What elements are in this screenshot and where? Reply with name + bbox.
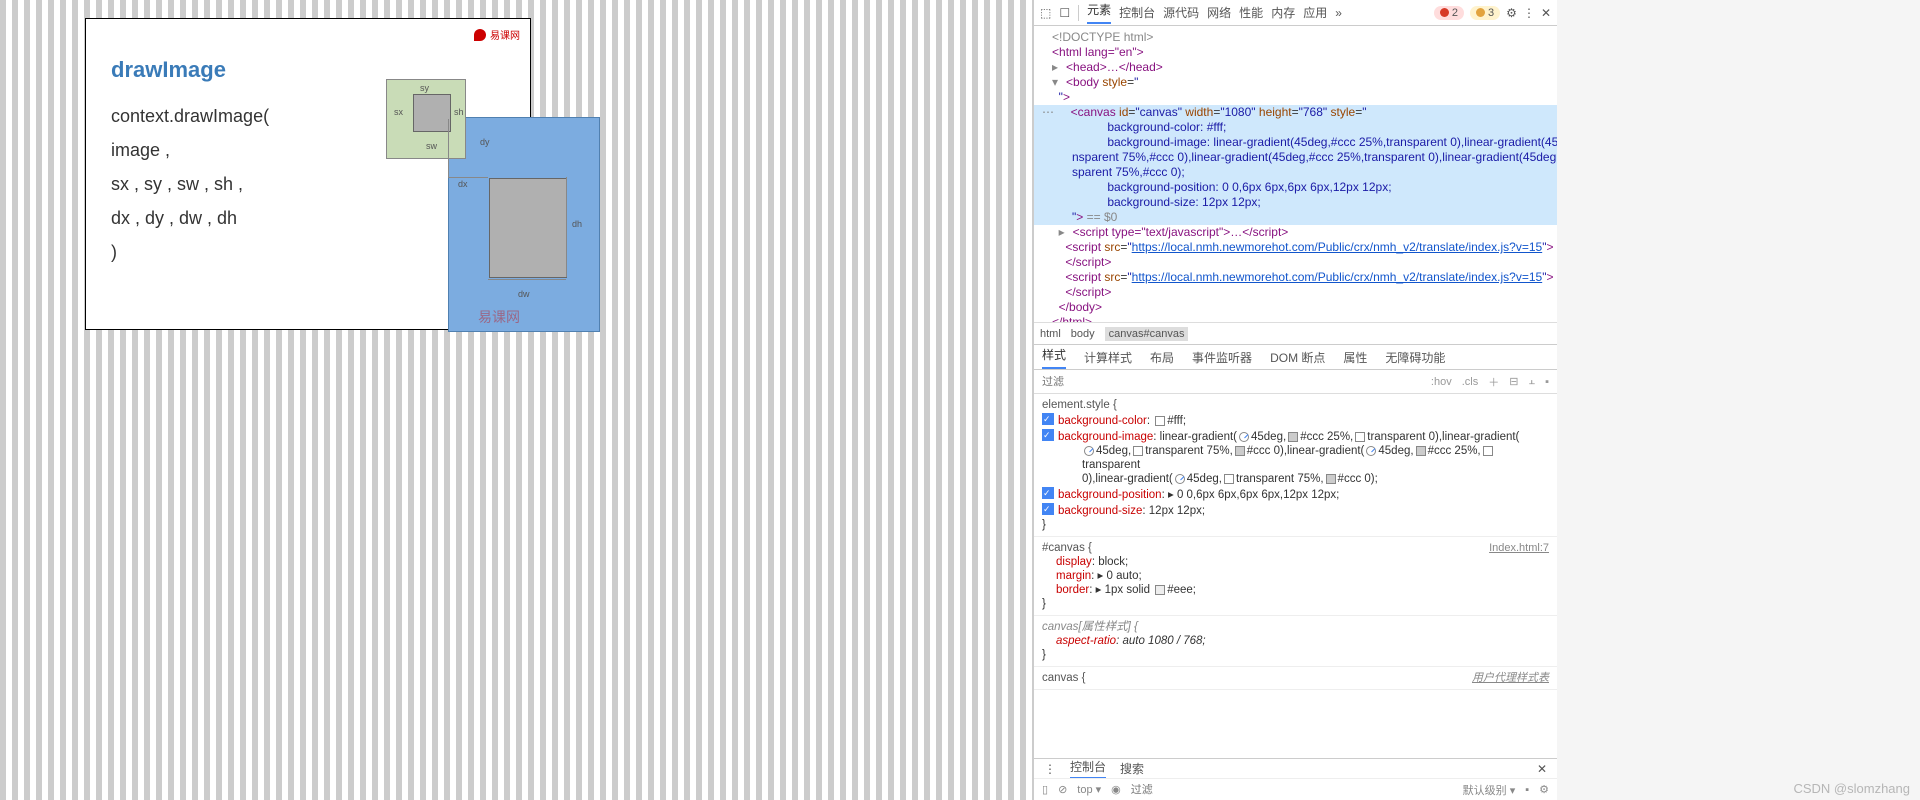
slide-title: drawImage bbox=[111, 57, 226, 83]
brand-logo: 易课网 bbox=[474, 27, 520, 42]
page-watermark: CSDN @slomzhang bbox=[1793, 781, 1910, 796]
tab-dom-breakpoints[interactable]: DOM 断点 bbox=[1270, 349, 1325, 366]
right-gutter bbox=[1557, 0, 1920, 800]
cls-button[interactable]: .cls bbox=[1462, 376, 1479, 388]
tab-layout[interactable]: 布局 bbox=[1150, 349, 1174, 366]
tab-properties[interactable]: 属性 bbox=[1343, 349, 1367, 366]
styles-filter-input[interactable] bbox=[1042, 376, 1242, 388]
kebab-icon[interactable]: ⋮ bbox=[1523, 6, 1535, 20]
gear-icon[interactable]: ⚙ bbox=[1539, 783, 1549, 796]
inspect-icon[interactable]: ⬚ bbox=[1040, 6, 1051, 20]
toggle-pane-icon[interactable]: ⫠ bbox=[1528, 375, 1535, 388]
tab-performance[interactable]: 性能 bbox=[1239, 4, 1263, 21]
styles-pane[interactable]: element.style { background-color: #fff; … bbox=[1034, 394, 1557, 758]
clear-icon[interactable]: ⊘ bbox=[1058, 783, 1067, 796]
tab-styles[interactable]: 样式 bbox=[1042, 346, 1066, 369]
drawimage-diagram: sy sx sh sw dy dx dh dw bbox=[386, 79, 601, 335]
console-toolbar: ▯ ⊘ top ▾ ◉ 默认级别 ▾ ▪ ⚙ bbox=[1034, 778, 1557, 800]
level-selector[interactable]: 默认级别 ▾ bbox=[1463, 782, 1516, 798]
console-filter-input[interactable] bbox=[1131, 784, 1453, 796]
gear-icon[interactable]: ⚙ bbox=[1506, 6, 1517, 20]
watermark: 易课网 bbox=[478, 307, 520, 327]
breadcrumb[interactable]: htmlbodycanvas#canvas bbox=[1034, 322, 1557, 344]
tab-application[interactable]: 应用 bbox=[1303, 4, 1327, 21]
styles-tabs: 样式 计算样式 布局 事件监听器 DOM 断点 属性 无障碍功能 bbox=[1034, 344, 1557, 370]
tab-console[interactable]: 控制台 bbox=[1119, 4, 1155, 21]
error-badge[interactable]: 2 bbox=[1434, 6, 1464, 20]
drawer-tab-search[interactable]: 搜索 bbox=[1120, 760, 1144, 777]
kebab-icon[interactable]: ⋮ bbox=[1044, 762, 1056, 776]
flame-icon bbox=[474, 29, 486, 41]
device-icon[interactable]: ☐ bbox=[1059, 6, 1070, 20]
tab-listeners[interactable]: 事件监听器 bbox=[1192, 349, 1252, 366]
source-link[interactable]: Index.html:7 bbox=[1489, 541, 1549, 555]
code-block: context.drawImage( image , sx , sy , sw … bbox=[111, 99, 269, 269]
tab-network[interactable]: 网络 bbox=[1207, 4, 1231, 21]
styles-filter-bar: :hov .cls ＋ ⊟ ⫠ ▪ bbox=[1034, 370, 1557, 394]
more-tabs[interactable]: » bbox=[1335, 6, 1342, 20]
close-icon[interactable]: ✕ bbox=[1537, 762, 1547, 776]
issues-icon[interactable]: ▪ bbox=[1525, 784, 1529, 796]
eye-icon[interactable]: ◉ bbox=[1111, 783, 1121, 796]
context-selector[interactable]: top ▾ bbox=[1077, 783, 1101, 796]
computed-box-icon[interactable]: ⊟ bbox=[1509, 375, 1518, 388]
new-rule-icon[interactable]: ＋ bbox=[1488, 374, 1499, 390]
more-icon[interactable]: ▪ bbox=[1545, 376, 1549, 388]
tab-sources[interactable]: 源代码 bbox=[1163, 4, 1199, 21]
devtools-panel: ⬚ ☐ 元素 控制台 源代码 网络 性能 内存 应用 » 2 3 ⚙ ⋮ ✕ <… bbox=[1033, 0, 1557, 800]
tab-accessibility[interactable]: 无障碍功能 bbox=[1385, 349, 1445, 366]
dom-tree[interactable]: <!DOCTYPE html> <html lang="en"> ▸<head>… bbox=[1034, 26, 1557, 322]
tab-computed[interactable]: 计算样式 bbox=[1084, 349, 1132, 366]
drawer-tab-console[interactable]: 控制台 bbox=[1070, 758, 1106, 779]
hov-button[interactable]: :hov bbox=[1431, 376, 1452, 388]
sidebar-toggle-icon[interactable]: ▯ bbox=[1042, 783, 1048, 796]
devtools-toolbar: ⬚ ☐ 元素 控制台 源代码 网络 性能 内存 应用 » 2 3 ⚙ ⋮ ✕ bbox=[1034, 0, 1557, 26]
close-icon[interactable]: ✕ bbox=[1541, 6, 1551, 20]
warning-badge[interactable]: 3 bbox=[1470, 6, 1500, 20]
tab-elements[interactable]: 元素 bbox=[1087, 1, 1111, 24]
drawer-tabs: ⋮ 控制台 搜索 ✕ bbox=[1034, 758, 1557, 778]
canvas-element[interactable]: 易课网 drawImage context.drawImage( image ,… bbox=[85, 18, 531, 330]
tab-memory[interactable]: 内存 bbox=[1271, 4, 1295, 21]
page-viewport: 易课网 drawImage context.drawImage( image ,… bbox=[0, 0, 1033, 800]
